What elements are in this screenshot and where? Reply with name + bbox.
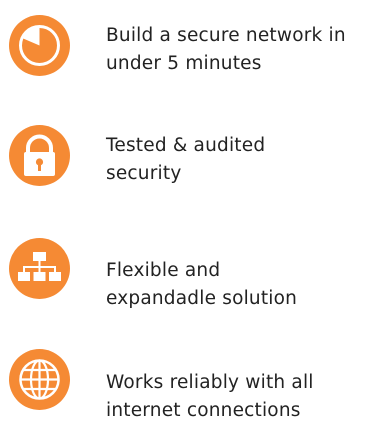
feature-line-1: Build a secure network in	[106, 25, 346, 46]
feature-line-2: internet connections	[106, 400, 301, 421]
feature-text: Build a secure network in under 5 minute…	[106, 22, 378, 78]
feature-line-2: under 5 minutes	[106, 53, 262, 74]
feature-text: Tested & audited security	[106, 132, 378, 188]
clock-icon	[9, 15, 70, 76]
feature-item-security: Tested & audited security	[0, 112, 383, 202]
network-tree-icon	[9, 238, 70, 299]
lock-icon	[9, 125, 70, 186]
feature-line-1: Flexible and	[106, 260, 221, 281]
feature-item-connectivity: Works reliably with all internet connect…	[0, 336, 383, 426]
feature-line-1: Works reliably with all	[106, 372, 314, 393]
feature-line-2: expandadle solution	[106, 288, 298, 309]
feature-text: Flexible and expandadle solution	[106, 257, 378, 313]
feature-text: Works reliably with all internet connect…	[106, 369, 378, 425]
feature-item-flexible: Flexible and expandadle solution	[0, 224, 383, 314]
feature-item-setup: Build a secure network in under 5 minute…	[0, 0, 383, 90]
feature-line-2: security	[106, 163, 182, 184]
feature-line-1: Tested & audited	[106, 135, 266, 156]
globe-icon	[9, 349, 70, 410]
